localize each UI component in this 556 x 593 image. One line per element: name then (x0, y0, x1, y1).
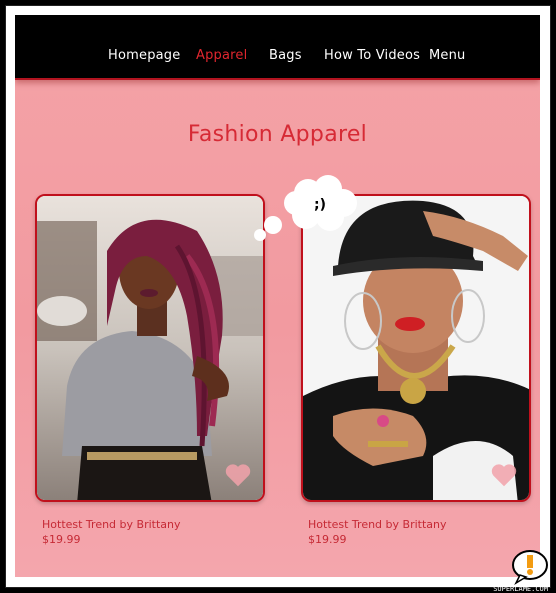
favorite-heart-icon[interactable] (489, 460, 519, 490)
product-caption-1[interactable]: Hottest Trend by Brittany (42, 518, 181, 531)
watermark-text: SUPERLAME.COM (493, 585, 548, 593)
product-photo-woman-braids (37, 196, 263, 500)
nav-item-bags[interactable]: Bags (269, 48, 302, 63)
nav-item-homepage[interactable]: Homepage (108, 48, 180, 63)
product-caption-2[interactable]: Hottest Trend by Brittany (308, 518, 447, 531)
thought-bubble-cloud: ;) (254, 175, 357, 241)
bubble-text: ;) (314, 197, 326, 213)
page: Homepage Apparel Bags How To Videos Menu… (15, 15, 540, 577)
product-price-1: $19.99 (42, 533, 81, 546)
nav-item-menu[interactable]: Menu (429, 48, 466, 63)
nav-item-how-to-videos[interactable]: How To Videos (324, 48, 420, 63)
nav-bar: Homepage Apparel Bags How To Videos Menu (15, 15, 540, 80)
product-price-2: $19.99 (308, 533, 347, 546)
favorite-heart-icon[interactable] (223, 460, 253, 490)
page-title: Fashion Apparel (187, 122, 368, 147)
product-card-1[interactable] (35, 194, 265, 502)
thought-bubble: ;) (248, 173, 368, 253)
nav-item-apparel[interactable]: Apparel (196, 48, 247, 63)
watermark-logo-icon (512, 550, 548, 585)
